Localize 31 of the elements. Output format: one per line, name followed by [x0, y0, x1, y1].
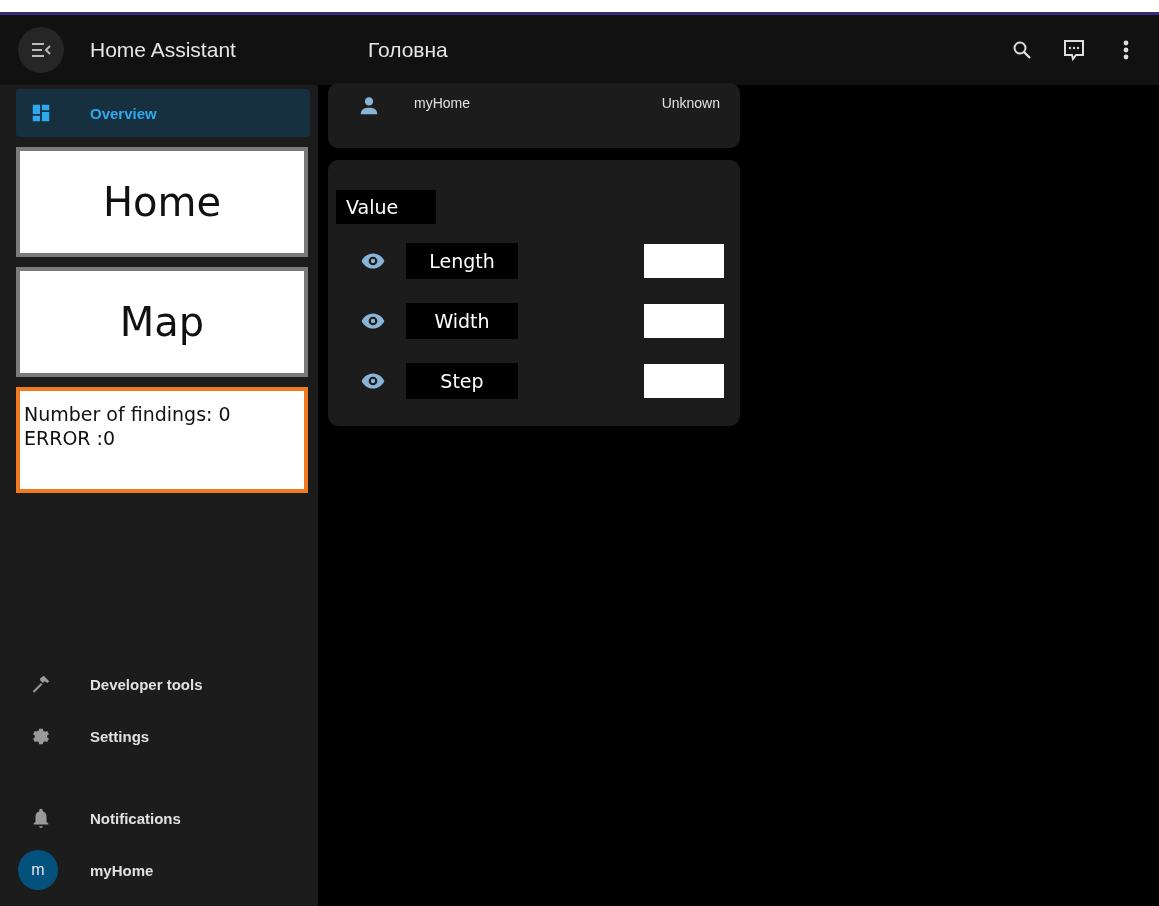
sidebar-item[interactable]: Settings — [16, 712, 310, 760]
menu-button[interactable] — [18, 27, 64, 73]
dashboard-button[interactable]: Home — [16, 147, 308, 257]
sidebar-item[interactable]: Developer tools — [16, 660, 310, 708]
sidebar-item[interactable]: Overview — [16, 89, 310, 137]
hammer-icon — [30, 673, 52, 695]
entity-state: Unknown — [661, 95, 720, 111]
status-line: Number of findings: 0 — [24, 403, 232, 425]
card-title: Value — [336, 190, 436, 224]
field-label: Length — [406, 243, 518, 279]
chat-icon — [1062, 38, 1086, 62]
input-field[interactable] — [644, 364, 724, 398]
field-label: Step — [406, 363, 518, 399]
search-icon — [1012, 40, 1032, 60]
more-icon — [1122, 39, 1130, 61]
menu-icon — [31, 42, 51, 58]
status-line: ERROR :0 — [24, 427, 117, 449]
user-item[interactable]: m myHome — [16, 846, 310, 894]
person-icon — [358, 95, 380, 117]
input-field[interactable] — [644, 304, 724, 338]
dashboard-button[interactable]: Map — [16, 267, 308, 377]
input-field[interactable] — [644, 244, 724, 278]
user-name: myHome — [90, 861, 154, 879]
entity-name: myHome — [414, 95, 471, 111]
sidebar-title: Home Assistant — [90, 38, 236, 62]
page-title: Головна — [368, 38, 449, 62]
dashboard-icon — [30, 102, 52, 124]
assist-button[interactable] — [1061, 37, 1087, 63]
notifications-item[interactable]: Notifications — [16, 794, 310, 842]
user-avatar: m — [18, 850, 58, 890]
field-label: Width — [406, 303, 518, 339]
